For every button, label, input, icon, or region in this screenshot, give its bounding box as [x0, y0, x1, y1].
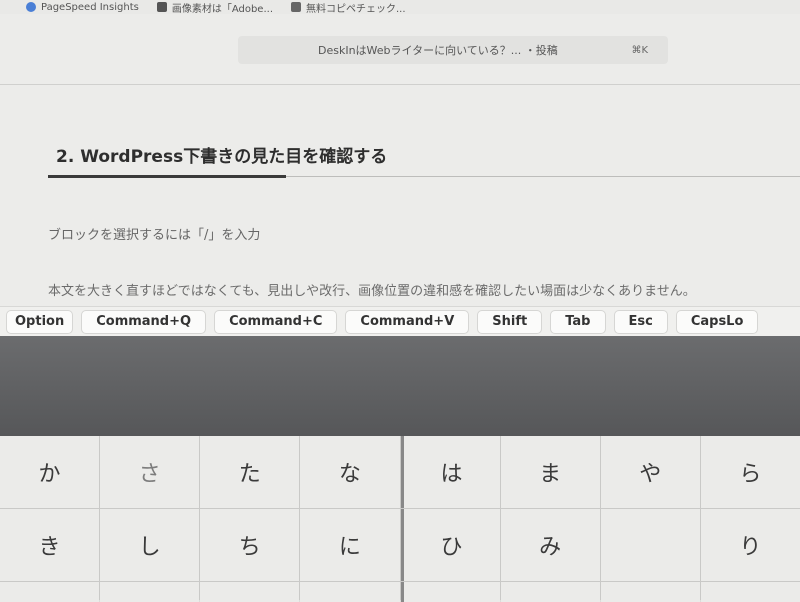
kana-key[interactable]: に — [300, 509, 400, 581]
kana-key-partial[interactable] — [0, 582, 100, 602]
kana-key[interactable] — [600, 509, 700, 581]
command-palette-bar[interactable]: DeskInはWebライターに向いている？... ・投稿 ⌘K — [238, 36, 668, 64]
command-c-key[interactable]: Command+C — [214, 309, 338, 334]
kana-key-partial[interactable] — [600, 582, 700, 602]
capslock-key[interactable]: CapsLo — [675, 309, 759, 334]
kana-key[interactable]: や — [600, 436, 700, 508]
kana-key[interactable]: き — [0, 509, 100, 581]
image-icon — [156, 2, 167, 12]
bookmarks-bar: PageSpeed Insights 画像素材は「Adobe... 無料コピペチ… — [0, 0, 800, 14]
command-v-key[interactable]: Command+V — [345, 309, 470, 334]
shortcut-key-toolbar: Option Command+Q Command+C Command+V Shi… — [0, 306, 800, 336]
command-q-key[interactable]: Command+Q — [81, 309, 207, 334]
kana-key[interactable]: し — [100, 509, 200, 581]
kana-key[interactable]: み — [500, 509, 600, 581]
kana-key-partial[interactable] — [300, 582, 400, 602]
heading-accent-bar — [48, 175, 286, 178]
bookmark-label: 無料コピペチェック... — [306, 3, 406, 15]
tab-key[interactable]: Tab — [550, 309, 606, 334]
option-key[interactable]: Option — [6, 309, 74, 334]
bookmark-label: 画像素材は「Adobe... — [171, 3, 273, 15]
keyboard-gap — [0, 336, 800, 436]
kana-key[interactable]: ま — [500, 436, 600, 508]
kana-key[interactable]: な — [300, 436, 400, 508]
bookmark-label: PageSpeed Insights — [41, 1, 139, 13]
post-type-label: ・投稿 — [524, 44, 558, 57]
shift-key[interactable]: Shift — [477, 309, 543, 334]
kana-key[interactable]: か — [0, 436, 100, 508]
kana-keyboard: か さ た な は ま や ら き し ち に ひ み り — [0, 436, 800, 602]
kana-key-partial[interactable] — [700, 582, 800, 602]
bookmark-pagespeed[interactable]: PageSpeed Insights — [26, 2, 139, 13]
body-paragraph[interactable]: 本文を大きく直すほどではなくても、見出しや改行、画像位置の違和感を確認したい場面… — [48, 280, 696, 299]
toolbar-divider — [0, 84, 800, 85]
kana-key[interactable]: さ — [100, 436, 200, 508]
kana-key[interactable]: ら — [700, 436, 800, 508]
block-placeholder[interactable]: ブロックを選択するには「/」を入力 — [48, 224, 260, 243]
kana-key[interactable]: た — [200, 436, 300, 508]
kana-key[interactable]: り — [700, 509, 800, 581]
document-title: DeskInはWebライターに向いている？... ・投稿 — [318, 44, 558, 57]
pagespeed-icon — [26, 2, 36, 12]
kana-key-partial[interactable] — [400, 582, 500, 602]
kana-key-partial[interactable] — [200, 582, 300, 602]
copy-check-icon — [291, 2, 301, 12]
bookmark-copy-check[interactable]: 無料コピペチェック... — [291, 0, 406, 14]
section-heading[interactable]: 2. WordPress下書きの見た目を確認する — [56, 142, 387, 167]
kana-key[interactable]: ち — [200, 509, 300, 581]
kana-key[interactable]: ひ — [400, 509, 500, 581]
kana-key-partial[interactable] — [500, 582, 600, 602]
command-shortcut: ⌘K — [631, 44, 648, 56]
kana-key-partial[interactable] — [100, 582, 200, 602]
kana-key[interactable]: は — [400, 436, 500, 508]
esc-key[interactable]: Esc — [613, 309, 668, 334]
bookmark-image-assets[interactable]: 画像素材は「Adobe... — [156, 0, 273, 15]
